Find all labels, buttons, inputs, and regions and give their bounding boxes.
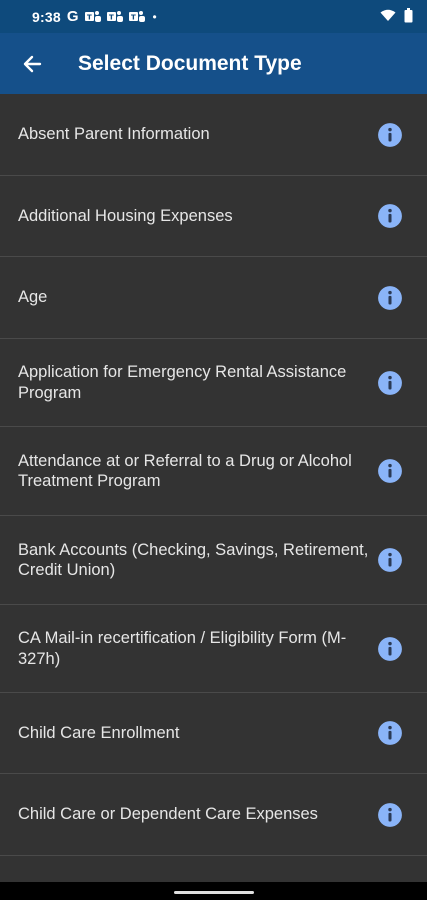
list-item[interactable]: Bank Accounts (Checking, Savings, Retire… bbox=[0, 516, 427, 605]
svg-text:T: T bbox=[109, 14, 114, 22]
battery-icon bbox=[404, 7, 413, 26]
navigation-bar bbox=[0, 882, 427, 900]
list-item[interactable]: Age bbox=[0, 257, 427, 339]
info-icon[interactable] bbox=[377, 122, 403, 148]
info-icon[interactable] bbox=[377, 802, 403, 828]
more-notifications-dot: • bbox=[152, 9, 157, 24]
list-item-label: Application for Emergency Rental Assista… bbox=[18, 363, 347, 402]
arrow-back-icon bbox=[23, 55, 42, 72]
list-item[interactable]: CA Mail-in recertification / Eligibility… bbox=[0, 605, 427, 693]
teams-icon: T bbox=[84, 10, 101, 23]
list-item[interactable]: Child Care Enrollment bbox=[0, 693, 427, 774]
status-bar: 9:38 G T T T • bbox=[0, 0, 427, 33]
info-icon[interactable] bbox=[377, 720, 403, 746]
info-icon[interactable] bbox=[377, 458, 403, 484]
info-icon[interactable] bbox=[377, 547, 403, 573]
list-item-label: Attendance at or Referral to a Drug or A… bbox=[18, 451, 352, 491]
gesture-handle[interactable] bbox=[174, 891, 254, 894]
list-item-label: Bank Accounts (Checking, Savings, Retire… bbox=[18, 540, 369, 580]
back-button[interactable] bbox=[12, 44, 52, 84]
document-type-list: Absent Parent Information Additional Hou… bbox=[0, 94, 427, 882]
info-icon[interactable] bbox=[377, 636, 403, 662]
list-item[interactable]: Attendance at or Referral to a Drug or A… bbox=[0, 427, 427, 516]
list-item-label: Additional Housing Expenses bbox=[18, 206, 233, 225]
system-icons bbox=[380, 7, 413, 26]
google-icon: G bbox=[66, 8, 79, 25]
teams-icon: T bbox=[128, 10, 145, 23]
info-icon[interactable] bbox=[377, 285, 403, 311]
app-bar: Select Document Type bbox=[0, 33, 427, 94]
info-icon[interactable] bbox=[377, 370, 403, 396]
list-item[interactable]: Application for Emergency Rental Assista… bbox=[0, 339, 427, 427]
list-item-label: CA Mail-in recertification / Eligibility… bbox=[18, 629, 347, 668]
list-item-label: Child Care Enrollment bbox=[18, 723, 180, 742]
info-icon[interactable] bbox=[377, 203, 403, 229]
page-title: Select Document Type bbox=[78, 51, 302, 75]
list-item-label: Child Care or Dependent Care Expenses bbox=[18, 805, 318, 824]
svg-text:T: T bbox=[131, 14, 136, 22]
list-item[interactable]: Child Care or Dependent Care Expenses bbox=[0, 774, 427, 856]
status-time: 9:38 bbox=[32, 8, 61, 25]
notification-icons: G T T T • bbox=[67, 8, 157, 25]
list-item[interactable]: Additional Housing Expenses bbox=[0, 176, 427, 257]
list-item[interactable]: Absent Parent Information bbox=[0, 94, 427, 176]
wifi-icon bbox=[380, 9, 396, 25]
teams-icon: T bbox=[106, 10, 123, 23]
svg-text:T: T bbox=[87, 14, 92, 22]
list-item-label: Age bbox=[18, 288, 48, 307]
list-item-label: Absent Parent Information bbox=[18, 125, 210, 144]
